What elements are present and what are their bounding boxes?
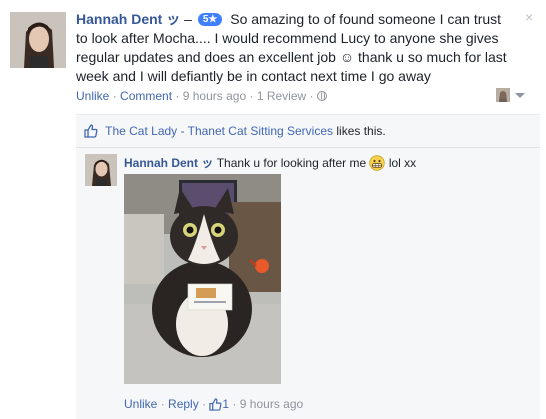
grin-emoji-icon: [369, 155, 386, 175]
chevron-down-icon[interactable]: [515, 93, 525, 98]
dot: ·: [249, 89, 254, 103]
author-suffix: ッ: [166, 11, 181, 27]
reply-link[interactable]: Reply: [168, 397, 199, 411]
rating-badge[interactable]: 5★: [197, 13, 223, 26]
dot: ·: [232, 397, 237, 411]
like-icon: [84, 124, 98, 142]
divider: [76, 147, 540, 148]
viewer-avatar[interactable]: [496, 88, 510, 102]
dot: ·: [112, 89, 117, 103]
avatar[interactable]: [10, 12, 66, 68]
close-icon[interactable]: ×: [525, 9, 533, 25]
dot: ·: [160, 397, 165, 411]
unlike-link[interactable]: Unlike: [124, 397, 157, 411]
comment-text-end: lol xx: [388, 156, 417, 170]
likes-summary: The Cat Lady - Thanet Cat Sitting Servic…: [84, 123, 386, 142]
dot: ·: [309, 89, 314, 103]
comment-avatar[interactable]: [85, 154, 117, 186]
comment-actions: Unlike · Reply · 1 · 9 hours ago: [124, 397, 303, 414]
review-content: Hannah Dent ッ – 5★ So amazing to of foun…: [76, 10, 516, 86]
review-author-link[interactable]: Hannah Dent: [76, 11, 162, 27]
globe-icon: [316, 91, 327, 101]
comment-link[interactable]: Comment: [120, 89, 172, 103]
author-suffix: ッ: [201, 156, 214, 170]
dot: ·: [202, 397, 207, 411]
page-link[interactable]: The Cat Lady - Thanet Cat Sitting Servic…: [105, 124, 333, 138]
comment-content: Hannah Dent ッ Thank u for looking after …: [124, 155, 416, 175]
review-actions: Unlike · Comment · 9 hours ago · 1 Revie…: [76, 89, 327, 103]
comment-photo[interactable]: [124, 174, 281, 384]
like-icon: [209, 398, 222, 414]
like-count: 1: [222, 397, 230, 411]
timestamp[interactable]: 9 hours ago: [240, 397, 303, 411]
timestamp[interactable]: 9 hours ago: [183, 89, 246, 103]
dot: ·: [175, 89, 180, 103]
comment-text: Thank u for looking after me: [216, 156, 367, 170]
unlike-link[interactable]: Unlike: [76, 89, 109, 103]
like-count-button[interactable]: 1: [209, 397, 232, 411]
comments-panel: The Cat Lady - Thanet Cat Sitting Servic…: [76, 114, 540, 419]
review-count[interactable]: 1 Review: [257, 89, 306, 103]
comment-author-link[interactable]: Hannah Dent: [124, 156, 198, 170]
review-post: × Hannah Dent ッ – 5★ So amazing to of fo…: [0, 0, 546, 110]
separator: –: [184, 11, 192, 27]
likes-suffix: likes this.: [336, 124, 386, 138]
